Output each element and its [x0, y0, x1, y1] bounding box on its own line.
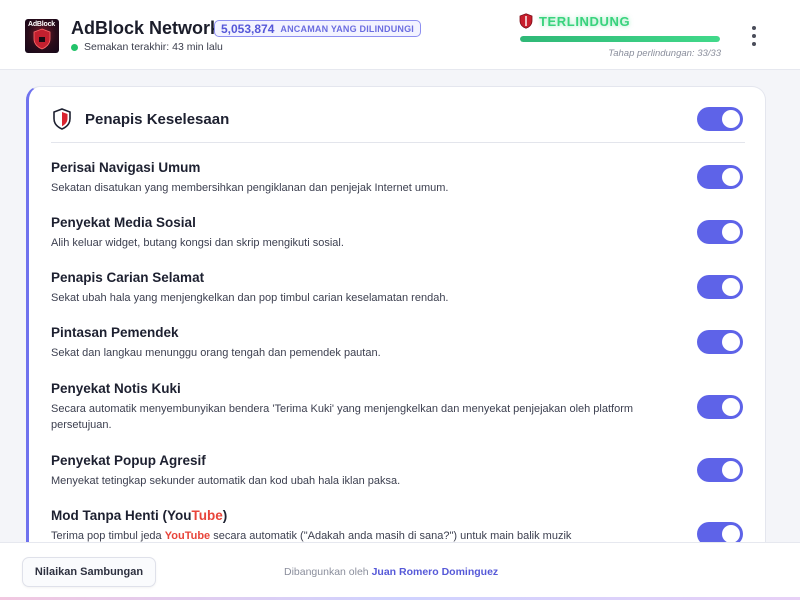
threat-label: ANCAMAN YANG DILINDUNGI [280, 23, 414, 34]
card-title: Penapis Keselesaan [85, 111, 230, 128]
app-title: AdBlock Network [71, 18, 221, 38]
filter-toggle-social-media[interactable] [697, 220, 743, 244]
filter-description: Sekat ubah hala yang menjengkelkan dan p… [51, 292, 449, 304]
last-check-text: Semakan terakhir: 43 min lalu [84, 41, 223, 53]
app-logo: AdBlock [25, 19, 59, 53]
protection-progress-bar [520, 36, 720, 42]
youtube-you: You [167, 508, 192, 523]
youtube-tube: Tube [191, 508, 223, 523]
filter-toggle-safe-search[interactable] [697, 275, 743, 299]
protection-status: TERLINDUNG Tahap perlindungan: 33/33 [519, 12, 721, 62]
logo-shield-icon [33, 28, 51, 50]
more-menu-button[interactable] [744, 24, 764, 48]
filter-title: Penyekat Popup Agresif [51, 453, 206, 468]
status-text: TERLINDUNG [539, 13, 631, 29]
footer: Nilaikan Sambungan Dibangunkan oleh Juan… [0, 542, 800, 600]
filter-description: Alih keluar widget, butang kongsi dan sk… [51, 237, 344, 249]
logo-text: AdBlock [28, 21, 55, 28]
filter-description: Menyekat tetingkap sekunder automatik da… [51, 475, 401, 487]
status-dot-icon [71, 43, 78, 51]
filter-description: Sekat dan langkau menunggu orang tengah … [51, 347, 381, 359]
desc-youtube-you: You [164, 530, 185, 542]
desc-suffix: secara automatik ("Adakah anda masih di … [210, 530, 572, 542]
shield-icon [519, 13, 533, 29]
filter-title: Perisai Navigasi Umum [51, 160, 201, 175]
title-suffix: ) [222, 508, 228, 523]
last-check-status: Semakan terakhir: 43 min lalu [71, 41, 223, 53]
filter-description: Secara automatik menyembunyikan bendera … [51, 403, 634, 431]
title-prefix: Mod Tanpa Henti ( [51, 508, 167, 523]
threat-count: 5,053,874 [221, 21, 275, 36]
more-vertical-icon [752, 26, 756, 30]
filter-title: Mod Tanpa Henti (YouTube) [51, 508, 227, 523]
filter-toggle-navigation-shield[interactable] [697, 165, 743, 189]
card-header: Penapis Keselesaan [29, 87, 765, 143]
desc-prefix: Terima pop timbul jeda [51, 530, 165, 542]
filter-toggle-cookie-notice[interactable] [697, 395, 743, 419]
author-link[interactable]: Juan Romero Dominguez [372, 566, 499, 578]
credit-text: Dibangunkan oleh Juan Romero Dominguez [284, 566, 498, 578]
rate-extension-button[interactable]: Nilaikan Sambungan [22, 557, 156, 587]
threat-counter-badge: 5,053,874 ANCAMAN YANG DILINDUNGI [214, 20, 421, 37]
shield-icon [53, 108, 71, 130]
filter-title: Penyekat Notis Kuki [51, 381, 181, 396]
filter-toggle-aggressive-popup[interactable] [697, 458, 743, 482]
filter-description: Sekatan disatukan yang membersihkan peng… [51, 182, 449, 194]
divider [51, 142, 745, 143]
desc-youtube-tube: Tube [184, 530, 211, 542]
protection-level-text: Tahap perlindungan: 33/33 [608, 48, 721, 59]
header: AdBlock AdBlock Network 5,053,874 ANCAMA… [0, 0, 800, 70]
master-toggle[interactable] [697, 107, 743, 131]
filter-title: Pintasan Pemendek [51, 325, 179, 340]
protection-progress-fill [520, 36, 720, 42]
filter-title: Penyekat Media Sosial [51, 215, 196, 230]
comfort-filters-card: Penapis Keselesaan Perisai Navigasi Umum… [26, 86, 766, 566]
credit-prefix: Dibangunkan oleh [284, 566, 369, 578]
filter-toggle-shortener-bypass[interactable] [697, 330, 743, 354]
filter-title: Penapis Carian Selamat [51, 270, 205, 285]
